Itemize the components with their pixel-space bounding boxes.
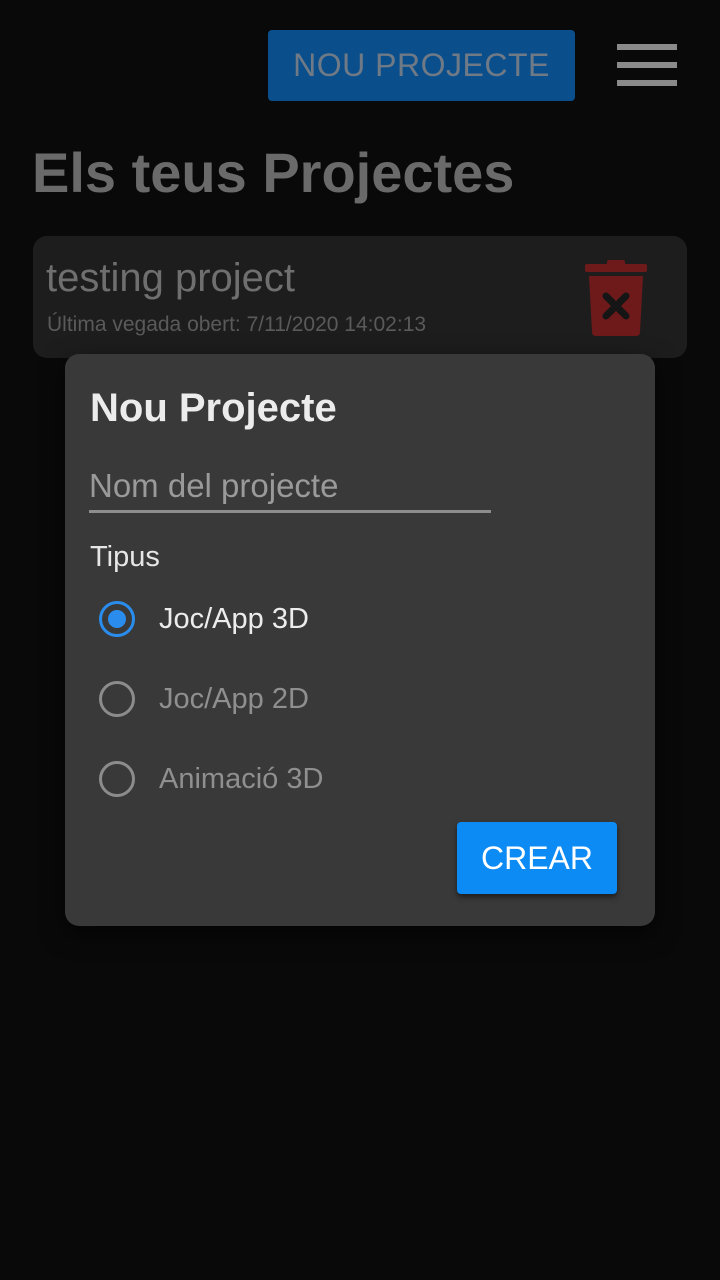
create-button[interactable]: CREAR [457,822,617,894]
radio-button[interactable] [99,681,135,717]
radio-label: Animació 3D [159,762,324,795]
type-label: Tipus [90,541,160,573]
hamburger-menu-icon[interactable] [617,44,677,86]
project-name: testing project [46,256,296,300]
radio-option-2d-game[interactable]: Joc/App 2D [99,677,309,721]
trash-icon[interactable] [585,260,647,336]
dialog-title: Nou Projecte [90,386,337,430]
new-project-dialog: Nou Projecte Tipus Joc/App 3D Joc/App 2D… [65,354,655,926]
radio-label: Joc/App 3D [159,602,309,635]
screen: NOU PROJECTE Els teus Projectes testing … [0,0,720,1280]
page-title: Els teus Projectes [32,141,515,204]
radio-button[interactable] [99,761,135,797]
project-card[interactable]: testing project Última vegada obert: 7/1… [33,236,687,358]
project-last-opened: Última vegada obert: 7/11/2020 14:02:13 [47,313,427,336]
new-project-button[interactable]: NOU PROJECTE [268,30,575,101]
radio-option-3d-animation[interactable]: Animació 3D [99,757,323,801]
radio-button-checked[interactable] [99,601,135,637]
project-name-input[interactable] [89,462,491,513]
radio-option-3d-game[interactable]: Joc/App 3D [99,597,309,641]
radio-label: Joc/App 2D [159,682,309,715]
